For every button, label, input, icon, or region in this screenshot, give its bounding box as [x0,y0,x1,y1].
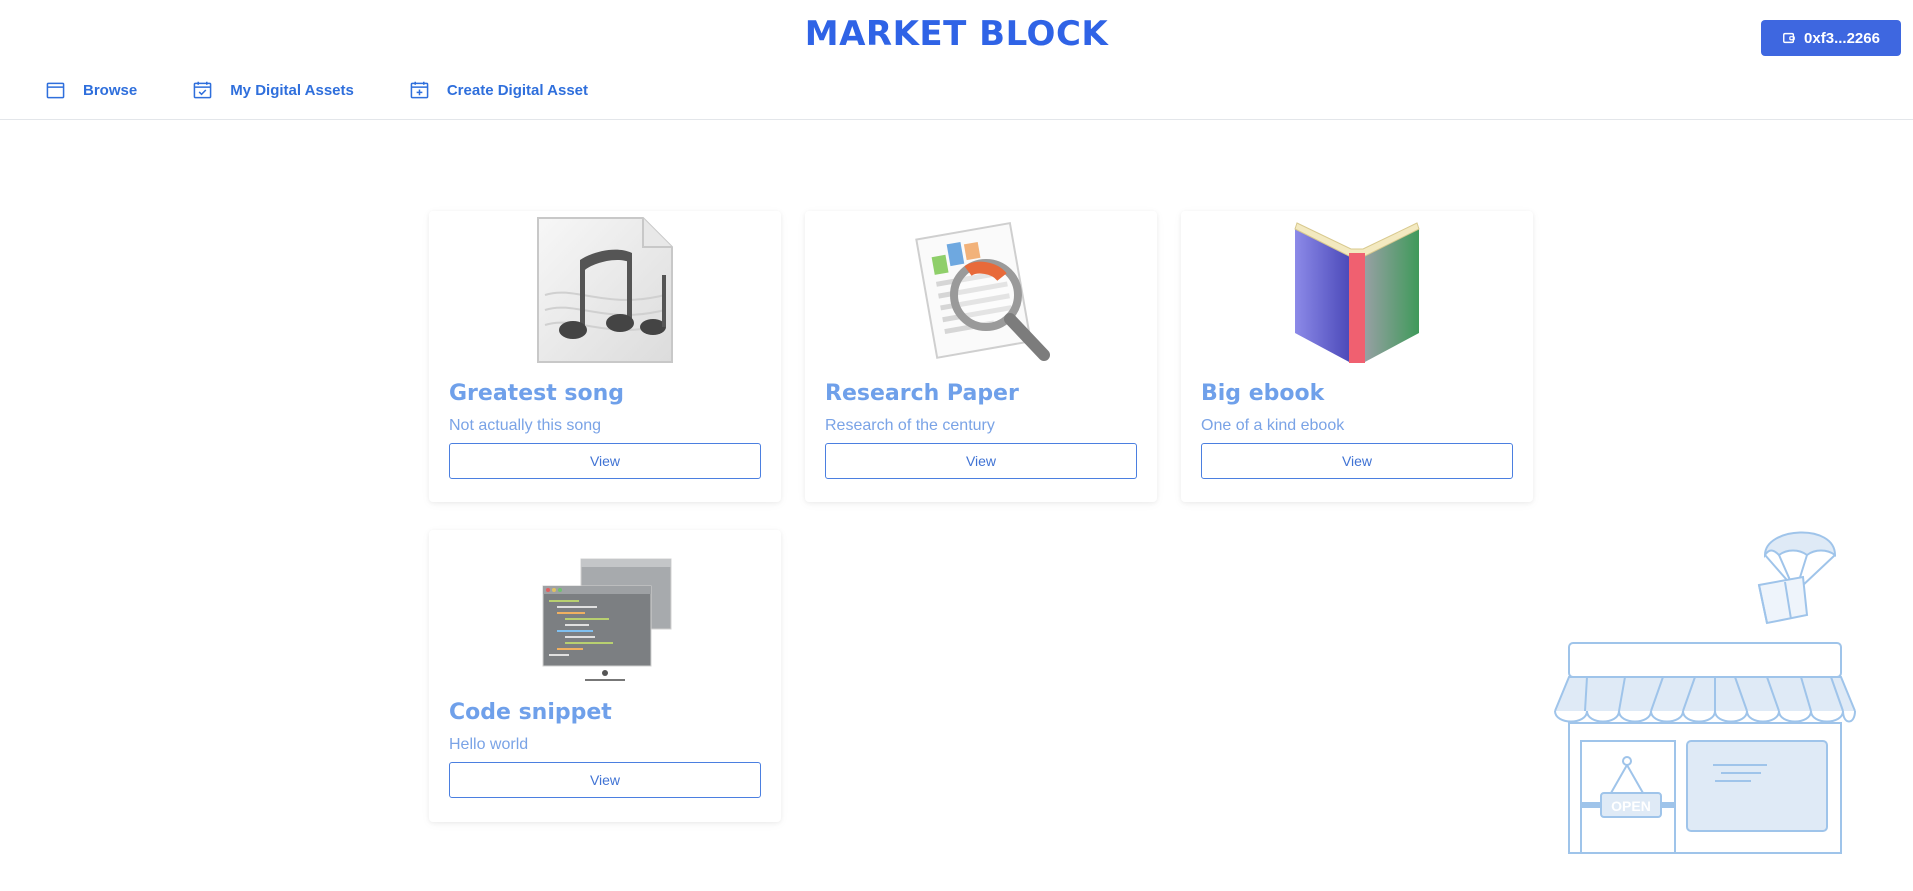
asset-image [805,211,1157,369]
browser-window-icon [46,82,65,98]
asset-title: Research Paper [825,381,1019,406]
asset-title: Big ebook [1201,381,1325,406]
asset-card: Research Paper Research of the century V… [805,211,1157,502]
asset-card: Greatest song Not actually this song Vie… [429,211,781,502]
calendar-plus-icon [410,81,429,98]
nav-browse-label: Browse [83,81,138,99]
asset-title: Code snippet [449,700,612,725]
nav-create-digital-asset[interactable]: Create Digital Asset [410,78,588,102]
view-button[interactable]: View [449,762,761,798]
nav-create-digital-asset-label: Create Digital Asset [446,81,589,99]
asset-image [429,530,781,688]
asset-description: One of a kind ebook [1201,417,1345,434]
open-book-icon [1294,222,1420,363]
wallet-button[interactable]: 0xf3...2266 [1761,20,1901,56]
asset-image [429,211,781,369]
research-document-icon [915,221,1050,361]
asset-description: Research of the century [825,417,995,434]
nav-my-digital-assets-label: My Digital Assets [230,81,354,99]
main-nav: Browse My Digital Assets Create Digital … [46,78,644,102]
asset-image [1181,211,1533,369]
nav-my-digital-assets[interactable]: My Digital Assets [193,78,354,102]
view-button[interactable]: View [449,443,761,479]
top-header: MARKET BLOCK 0xf3...2266 Browse My Digit… [0,0,1913,120]
asset-card: Code snippet Hello world View [429,530,781,822]
storefront-illustration: OPEN [1554,531,1856,854]
asset-title: Greatest song [449,381,625,406]
asset-card: Big ebook One of a kind ebook View [1181,211,1533,502]
calendar-check-icon [193,81,212,98]
view-button[interactable]: View [1201,443,1513,479]
asset-description: Not actually this song [449,417,602,434]
page: MARKET BLOCK 0xf3...2266 Browse My Digit… [0,0,1913,891]
music-file-icon [537,217,673,363]
asset-description: Hello world [449,736,529,753]
wallet-address: 0xf3...2266 [1804,29,1880,47]
view-button[interactable]: View [825,443,1137,479]
brand-logo[interactable]: MARKET BLOCK [0,14,1913,54]
code-windows-icon [542,558,672,681]
nav-browse[interactable]: Browse [46,78,137,102]
open-sign-text: OPEN [1611,798,1651,814]
wallet-icon [1783,32,1795,44]
